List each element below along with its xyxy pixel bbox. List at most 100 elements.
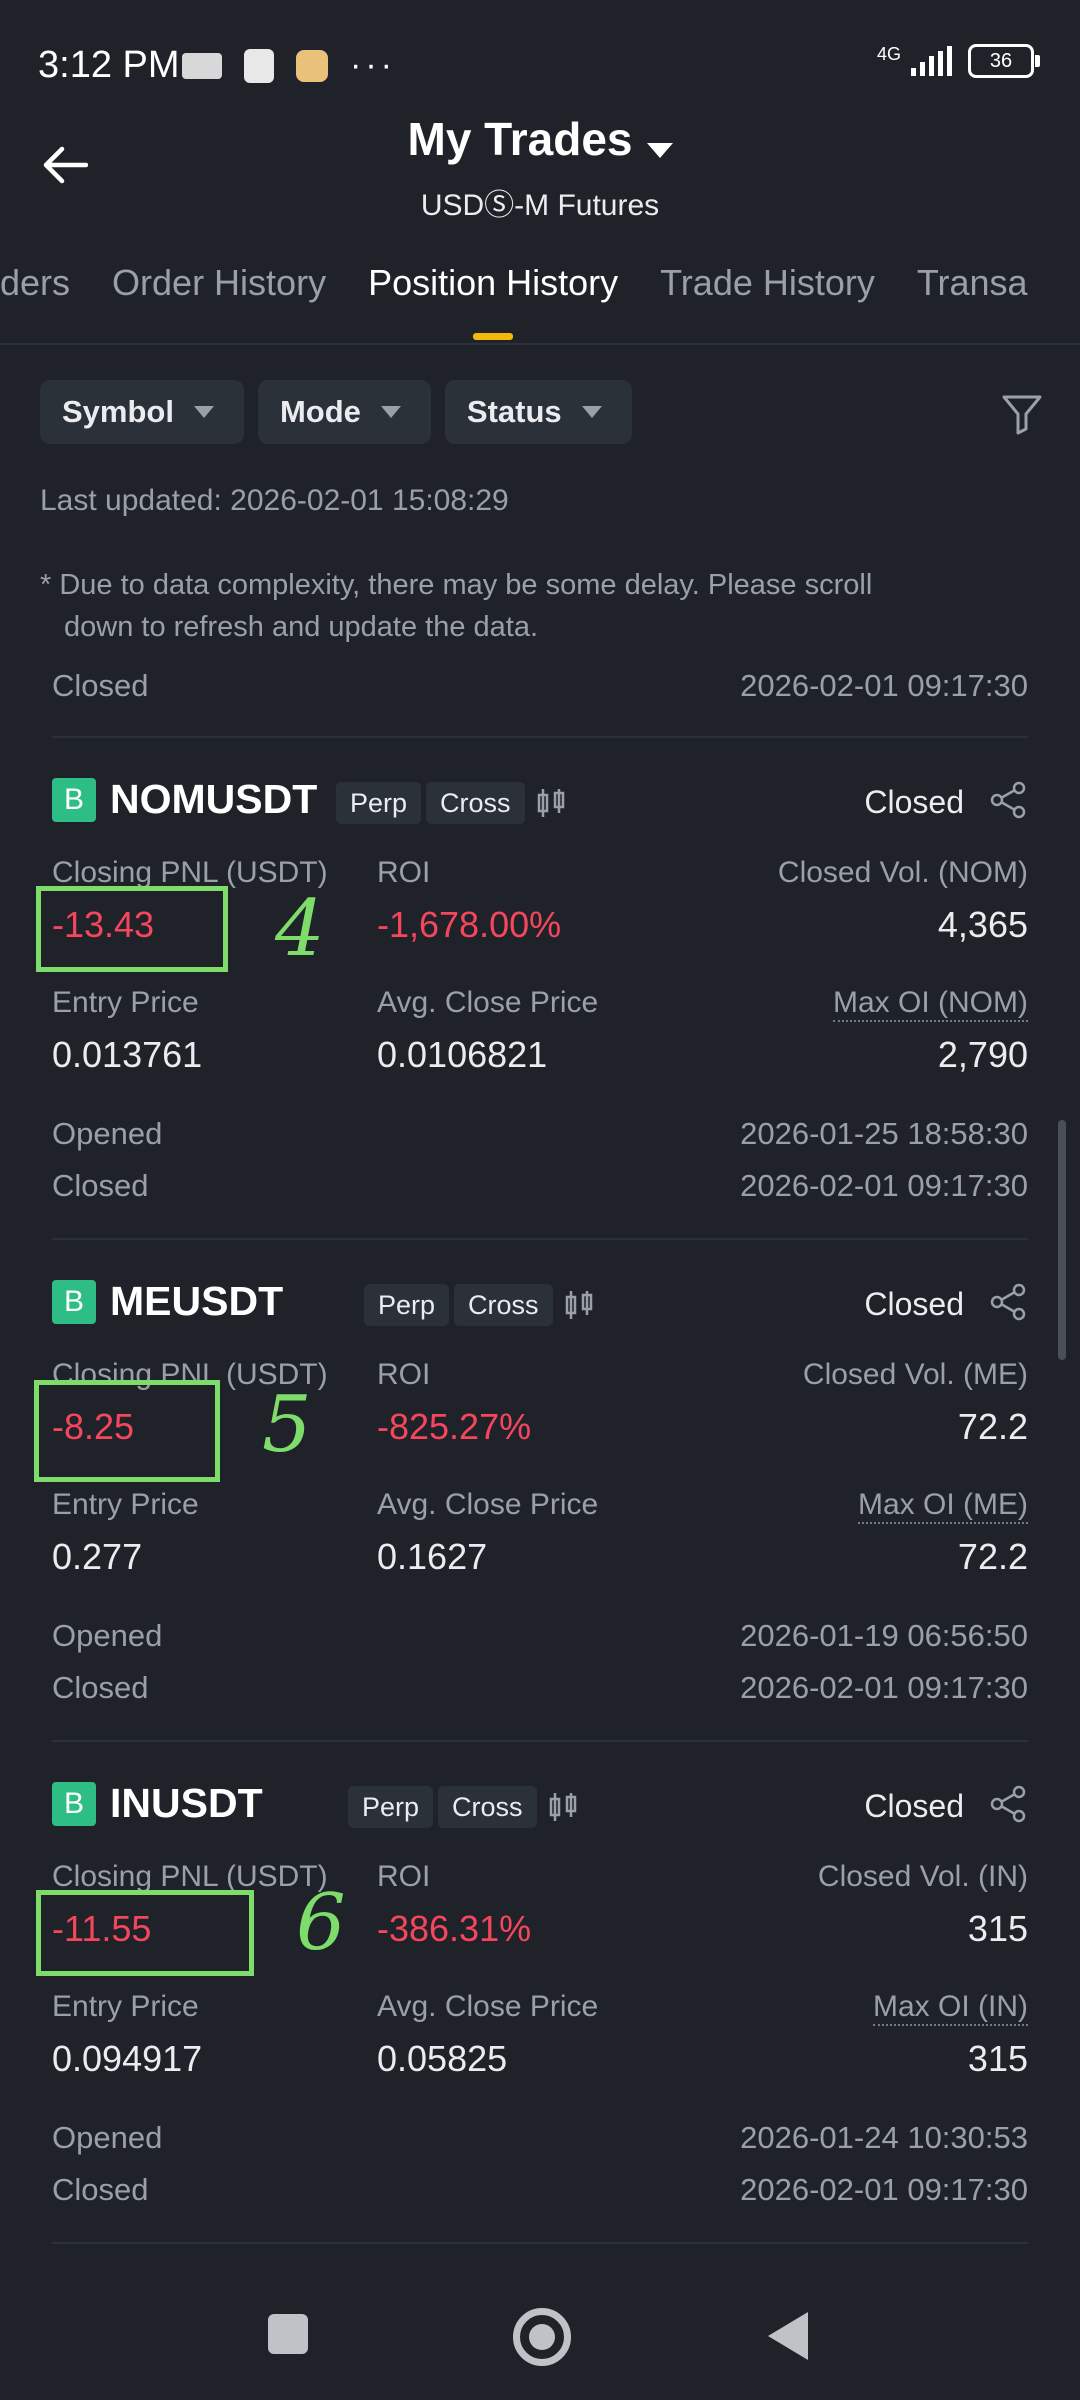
closed-row: Closed 2026-02-01 09:17:30 xyxy=(52,1168,1028,1204)
annotation-number: 4 xyxy=(275,884,325,974)
system-nav-bar xyxy=(0,2250,1080,2400)
shopping-bag-icon xyxy=(244,48,274,83)
opened-label: Opened xyxy=(52,1116,163,1151)
closed-vol-label: Closed Vol. (NOM) xyxy=(777,856,1028,889)
notice-line-2: down to refresh and update the data. xyxy=(64,611,539,643)
card-divider xyxy=(52,1740,1028,1742)
tab-divider xyxy=(0,343,1080,345)
opened-time: 2026-01-25 18:58:30 xyxy=(740,1116,1028,1151)
video-camera-icon xyxy=(182,52,222,79)
annotation-box xyxy=(34,1380,220,1482)
scrollbar-thumb[interactable] xyxy=(1058,1120,1066,1360)
closed-time: 2026-02-01 09:17:30 xyxy=(740,668,1028,703)
caret-down-icon xyxy=(646,143,673,159)
avg-close-price-label: Avg. Close Price xyxy=(377,1990,599,2023)
closed-vol-value: 72.2 xyxy=(957,1406,1028,1447)
closed-vol-value: 315 xyxy=(967,1908,1028,1949)
roi-label: ROI xyxy=(377,1860,431,1893)
closed-label: Closed xyxy=(52,668,149,703)
title-dropdown[interactable]: My Trades xyxy=(0,112,1080,166)
cross-tag: Cross xyxy=(454,1284,553,1326)
candlestick-chart-icon[interactable] xyxy=(562,1288,596,1322)
mode-filter-button[interactable]: Mode xyxy=(257,380,431,444)
symbol-name: NOMUSDT xyxy=(110,776,318,822)
candlestick-chart-icon[interactable] xyxy=(534,786,568,820)
perp-tag: Perp xyxy=(364,1284,450,1326)
position-status: Closed xyxy=(864,1788,964,1824)
card-divider xyxy=(52,2242,1028,2244)
tab-bar: Orders Order History Position History Tr… xyxy=(0,262,1028,340)
max-oi-value: 2,790 xyxy=(937,1034,1028,1075)
annotation-box xyxy=(36,1890,254,1976)
candlestick-chart-icon[interactable] xyxy=(546,1790,580,1824)
perp-tag: Perp xyxy=(336,782,422,824)
closed-label: Closed xyxy=(52,1670,149,1705)
tab-transactions[interactable]: Transa xyxy=(917,262,1028,304)
share-icon[interactable] xyxy=(988,780,1028,820)
binance-badge: B xyxy=(52,1279,96,1324)
binance-badge: B xyxy=(52,1781,96,1826)
symbol-name: INUSDT xyxy=(110,1780,263,1826)
max-oi-label[interactable]: Max OI (ME) xyxy=(858,1488,1028,1524)
status-filter-button[interactable]: Status xyxy=(444,380,632,444)
avg-close-price-value: 0.05825 xyxy=(377,2038,508,2079)
position-status: Closed xyxy=(864,1286,964,1322)
roi-label: ROI xyxy=(377,856,431,889)
prev-card-closed-row: Closed 2026-02-01 09:17:30 xyxy=(52,668,1028,704)
entry-price-label: Entry Price xyxy=(52,1488,199,1521)
max-oi-value: 315 xyxy=(967,2038,1028,2079)
status-time: 3:12 PM xyxy=(38,44,180,86)
card-divider xyxy=(52,1238,1028,1240)
caret-down-icon xyxy=(193,406,214,418)
annotation-number: 5 xyxy=(262,1380,312,1470)
mode-filter-label: Mode xyxy=(279,394,361,429)
symbol-row: B NOMUSDT xyxy=(52,776,317,823)
max-oi-value: 72.2 xyxy=(957,1536,1028,1577)
opened-row: Opened 2026-01-24 10:30:53 xyxy=(52,2120,1028,2156)
opened-time: 2026-01-24 10:30:53 xyxy=(740,2120,1028,2155)
closing-pnl-label: Closing PNL (USDT) xyxy=(52,1860,328,1893)
symbol-row: B INUSDT xyxy=(52,1780,263,1827)
opened-label: Opened xyxy=(52,2120,163,2155)
max-oi-label[interactable]: Max OI (NOM) xyxy=(833,986,1028,1022)
position-card-inusdt[interactable]: B INUSDT Perp Cross Closed Closing PNL (… xyxy=(0,1780,1080,2240)
tab-trade-history[interactable]: Trade History xyxy=(660,262,875,304)
network-type: 4G xyxy=(876,44,901,64)
tab-order-history[interactable]: Order History xyxy=(112,262,326,304)
share-icon[interactable] xyxy=(988,1784,1028,1824)
avg-close-price-value: 0.1627 xyxy=(377,1536,488,1577)
app-notification-icon xyxy=(296,49,328,82)
entry-price-value: 0.013761 xyxy=(52,1034,203,1075)
closed-label: Closed xyxy=(52,2172,149,2207)
opened-row: Opened 2026-01-19 06:56:50 xyxy=(52,1618,1028,1654)
cross-tag: Cross xyxy=(426,782,525,824)
recent-apps-icon[interactable] xyxy=(268,2314,308,2354)
symbol-filter-button[interactable]: Symbol xyxy=(40,380,244,444)
closed-vol-value: 4,365 xyxy=(937,904,1028,945)
filter-funnel-icon[interactable] xyxy=(1000,392,1044,436)
page-subtitle: USDⓈ-M Futures xyxy=(420,189,660,222)
cross-tag: Cross xyxy=(438,1786,537,1828)
avg-close-price-label: Avg. Close Price xyxy=(377,1488,599,1521)
closed-time: 2026-02-01 09:17:30 xyxy=(740,1670,1028,1705)
max-oi-label[interactable]: Max OI (IN) xyxy=(873,1990,1028,2026)
closed-vol-label: Closed Vol. (ME) xyxy=(802,1358,1028,1391)
tab-position-history[interactable]: Position History xyxy=(368,262,618,340)
closed-row: Closed 2026-02-01 09:17:30 xyxy=(52,2172,1028,2208)
caret-down-icon xyxy=(380,406,401,418)
notification-icons: ··· xyxy=(182,46,396,85)
opened-label: Opened xyxy=(52,1618,163,1653)
roi-value: -1,678.00% xyxy=(377,904,562,945)
system-indicators: 4G 36 xyxy=(876,44,1040,78)
tab-orders[interactable]: Orders xyxy=(0,262,70,304)
entry-price-label: Entry Price xyxy=(52,986,199,1019)
home-icon[interactable] xyxy=(513,2308,571,2366)
share-icon[interactable] xyxy=(988,1282,1028,1322)
position-card-meusdt[interactable]: B MEUSDT Perp Cross Closed Closing PNL (… xyxy=(0,1278,1080,1738)
back-triangle-icon[interactable] xyxy=(768,2312,808,2360)
status-filter-label: Status xyxy=(466,394,562,429)
page-title: My Trades xyxy=(407,113,633,165)
position-card-nomusdt[interactable]: B NOMUSDT Perp Cross Closed Closing PNL … xyxy=(0,776,1080,1236)
entry-price-value: 0.094917 xyxy=(52,2038,203,2079)
entry-price-value: 0.277 xyxy=(52,1536,143,1577)
